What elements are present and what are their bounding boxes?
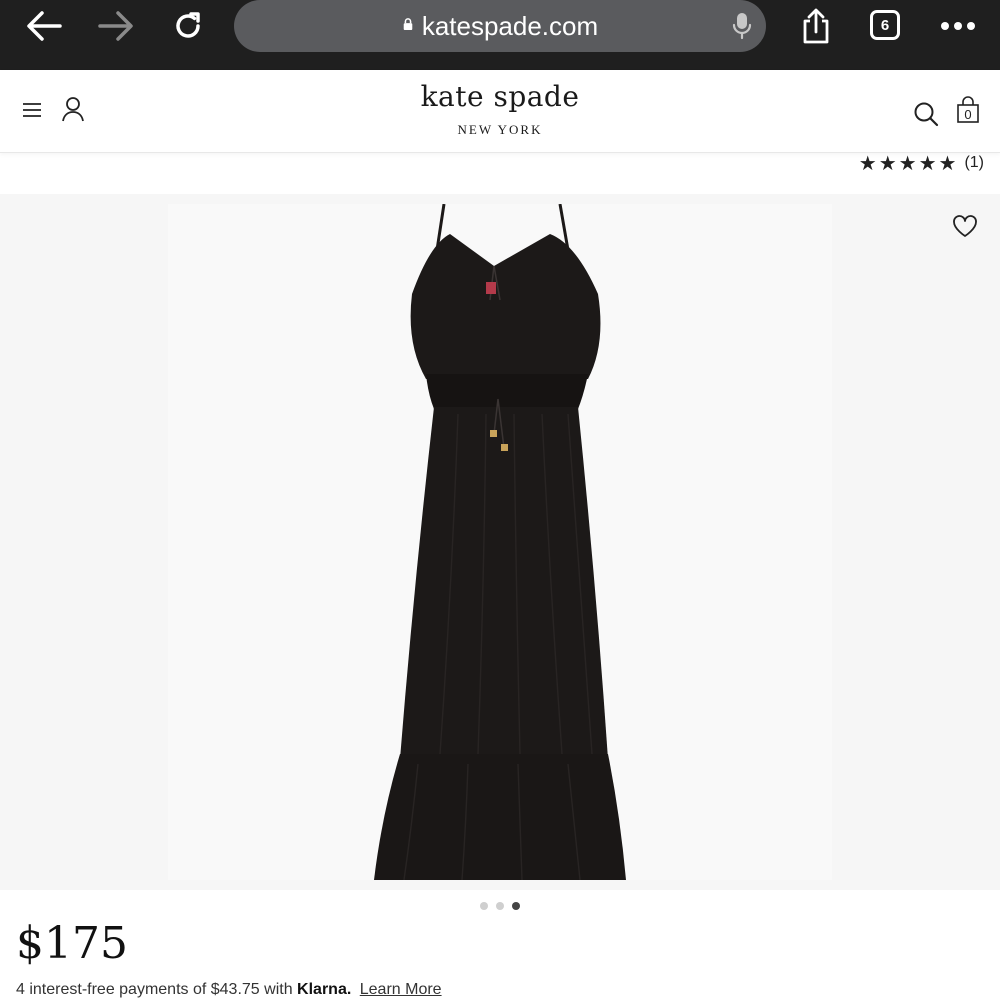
lock-icon [403, 18, 413, 30]
black-maxi-dress-image [374, 203, 626, 881]
more-dots-icon [941, 22, 975, 30]
tab-count: 6 [880, 16, 890, 34]
share-icon [803, 8, 829, 44]
forward-button[interactable] [94, 0, 138, 52]
rating-stars: ★★★★★ [858, 152, 959, 175]
address-bar[interactable]: katespade.com [234, 0, 766, 52]
microphone-icon[interactable] [732, 12, 752, 40]
klarna-text: 4 interest-free payments of $43.75 with [16, 981, 293, 998]
product-price: $175 [16, 918, 128, 969]
klarna-logo: Klarna. [297, 981, 352, 998]
more-menu-button[interactable] [936, 0, 980, 52]
tabs-button[interactable]: 6 [870, 10, 900, 40]
url-text: katespade.com [421, 10, 599, 41]
brand-name: kate spade [420, 80, 580, 113]
cart-count: 0 [964, 107, 972, 122]
reload-icon [176, 12, 200, 38]
product-gallery[interactable] [0, 194, 1000, 890]
heart-icon [953, 215, 977, 237]
arrow-left-icon [27, 11, 62, 41]
carousel-dot[interactable] [496, 902, 504, 910]
product-image[interactable] [168, 203, 832, 881]
back-button[interactable] [22, 0, 66, 52]
carousel-dot[interactable] [512, 902, 520, 910]
review-count: (1) [964, 154, 984, 171]
brand-subtitle: NEW YORK [457, 122, 543, 137]
carousel-dot[interactable] [480, 902, 488, 910]
product-rating[interactable]: ★★★★★ (1) [858, 152, 984, 175]
site-header: kate spade NEW YORK 0 [0, 70, 1000, 153]
arrow-right-icon [98, 11, 133, 41]
search-button[interactable] [912, 100, 940, 128]
wishlist-button[interactable] [952, 214, 978, 243]
carousel-indicator[interactable] [0, 902, 1000, 910]
browser-toolbar: katespade.com 6 [0, 0, 1000, 70]
reload-button[interactable] [166, 0, 210, 52]
klarna-financing: 4 interest-free payments of $43.75 with … [16, 981, 442, 999]
search-icon [914, 102, 939, 127]
share-button[interactable] [796, 0, 836, 52]
cart-button[interactable]: 0 [956, 96, 982, 126]
learn-more-link[interactable]: Learn More [360, 981, 442, 998]
